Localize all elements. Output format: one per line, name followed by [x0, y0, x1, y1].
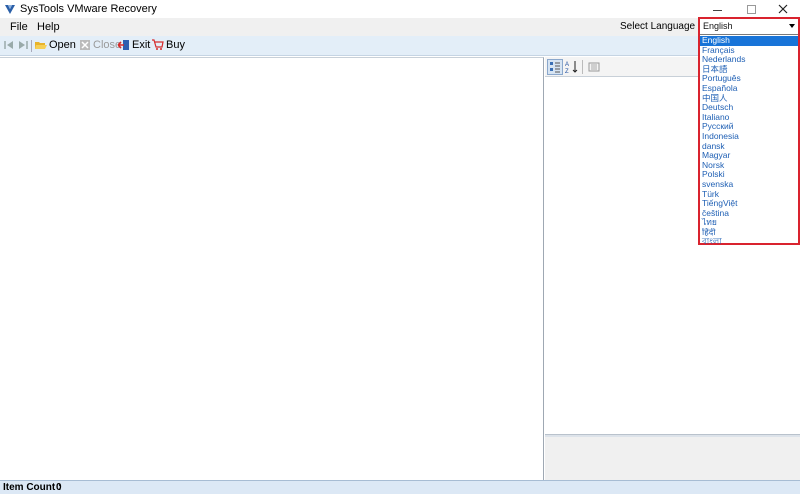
language-option[interactable]: हिंदी: [700, 228, 798, 238]
status-bar: Item Count : 0: [0, 480, 800, 494]
language-option[interactable]: Deutsch: [700, 103, 798, 113]
categorized-button[interactable]: [547, 59, 563, 75]
minimize-icon: [712, 9, 722, 11]
language-option[interactable]: Polski: [700, 170, 798, 180]
svg-text:A: A: [565, 62, 569, 68]
language-option[interactable]: TiếngViệt: [700, 199, 798, 209]
language-option[interactable]: Nederlands: [700, 55, 798, 65]
language-option[interactable]: 日本語: [700, 65, 798, 75]
chevron-down-icon: [789, 24, 795, 28]
toolbar-separator: [31, 40, 32, 52]
item-count-value: 0: [56, 482, 62, 493]
language-option[interactable]: English: [700, 36, 798, 46]
menu-help[interactable]: Help: [37, 21, 60, 33]
app-logo-icon: [5, 5, 15, 14]
cart-icon: [152, 39, 164, 50]
language-option[interactable]: Français: [700, 46, 798, 56]
properties-button[interactable]: [586, 59, 602, 75]
title-bar: SysTools VMware Recovery: [0, 0, 800, 18]
buy-button[interactable]: Buy: [152, 39, 185, 51]
language-option[interactable]: বাংলা: [700, 237, 798, 247]
properties-toolbar-separator: [582, 60, 583, 74]
categorized-icon: [550, 62, 560, 73]
properties-icon: [588, 62, 600, 72]
svg-text:Z: Z: [565, 69, 569, 74]
open-button[interactable]: Open: [35, 39, 76, 51]
exit-button[interactable]: Exit: [118, 39, 150, 51]
buy-label: Buy: [166, 39, 185, 51]
last-icon[interactable]: [18, 40, 28, 50]
description-pane: [545, 437, 800, 480]
close-icon: [778, 4, 788, 14]
language-option[interactable]: Española: [700, 84, 798, 94]
language-option[interactable]: Indonesia: [700, 132, 798, 142]
sort-az-icon: AZ: [565, 61, 578, 74]
language-option[interactable]: Magyar: [700, 151, 798, 161]
language-dropdown[interactable]: English English Français Nederlands 日本語 Port…: [698, 17, 800, 247]
minimize-button[interactable]: [700, 0, 734, 18]
language-current-value: English: [703, 21, 733, 31]
language-option[interactable]: Русский: [700, 122, 798, 132]
close-button[interactable]: Close: [79, 39, 121, 51]
toolbar: Open Close Exit Buy: [0, 36, 800, 56]
open-label: Open: [49, 39, 76, 51]
close-label: Close: [93, 39, 122, 51]
close-file-icon: [80, 40, 90, 50]
maximize-icon: [746, 4, 756, 14]
language-select-current[interactable]: English: [700, 19, 798, 35]
language-option[interactable]: Português: [700, 74, 798, 84]
language-option[interactable]: ไทย: [700, 218, 798, 228]
language-option[interactable]: dansk: [700, 142, 798, 152]
first-icon[interactable]: [4, 40, 14, 50]
main-content-pane: [0, 57, 544, 480]
window-title: SysTools VMware Recovery: [20, 3, 157, 15]
language-option[interactable]: Türk: [700, 190, 798, 200]
sort-az-button[interactable]: AZ: [564, 59, 580, 75]
exit-label: Exit: [132, 39, 151, 51]
language-option[interactable]: Norsk: [700, 161, 798, 171]
select-language-label: Select Language :: [620, 21, 701, 32]
folder-open-icon: [35, 42, 47, 49]
maximize-button[interactable]: [734, 0, 768, 18]
close-window-button[interactable]: [766, 0, 800, 18]
item-count-label: Item Count :: [3, 482, 62, 493]
language-option[interactable]: čeština: [700, 209, 798, 219]
language-option[interactable]: 中国人: [700, 94, 798, 104]
exit-icon: [118, 40, 129, 50]
menu-bar: File Help Select Language :: [0, 18, 800, 36]
language-options-list: English Français Nederlands 日本語 Português Esp…: [700, 36, 798, 247]
language-option[interactable]: Italiano: [700, 113, 798, 123]
language-option[interactable]: svenska: [700, 180, 798, 190]
menu-file[interactable]: File: [10, 21, 28, 33]
